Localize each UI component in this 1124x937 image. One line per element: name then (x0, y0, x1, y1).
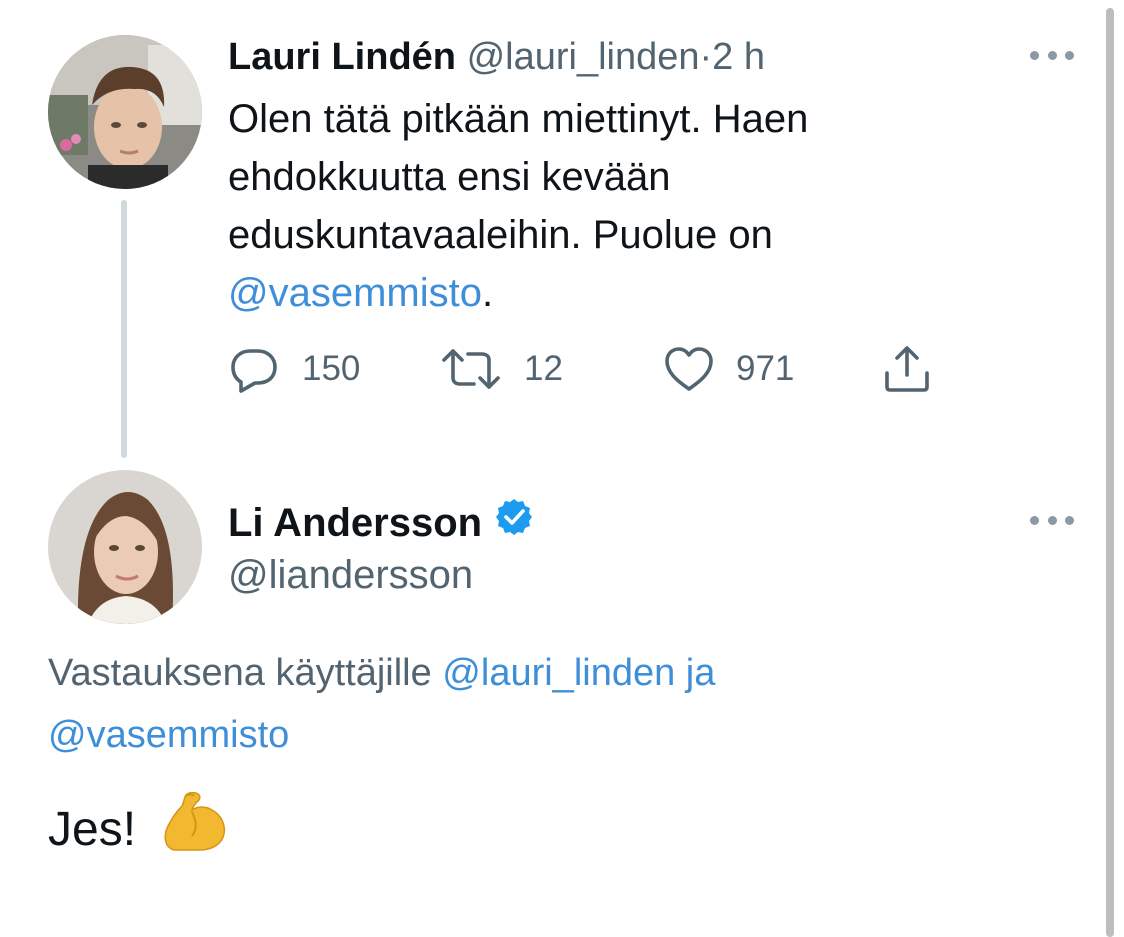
tweet-text-end: . (481, 271, 494, 315)
avatar-lauri-linden[interactable] (48, 35, 202, 189)
thread-line (121, 200, 127, 458)
author-name[interactable]: Li Andersson (228, 499, 482, 547)
tweet1-text: Olen tätä pitkään miettinyt. Haen ehdokk… (228, 90, 1008, 322)
tweet1-header: Lauri Lindén @lauri_linden·2 h (228, 34, 765, 80)
reply-count: 150 (302, 349, 361, 388)
separator: · (699, 36, 713, 78)
replying-to-line: Vastauksena käyttäjille @lauri_linden ja… (48, 642, 1008, 766)
scrollbar[interactable] (1106, 8, 1114, 937)
author-handle[interactable]: @lauri_linden (467, 36, 700, 78)
share-icon (882, 345, 932, 393)
author-handle[interactable]: @liandersson (228, 551, 473, 599)
verified-badge-icon (494, 497, 534, 548)
tweet2-text: Jes! (48, 790, 228, 869)
more-options-icon[interactable] (1030, 49, 1074, 61)
like-button[interactable]: 971 (664, 344, 794, 394)
avatar-li-andersson[interactable] (48, 470, 202, 624)
share-button[interactable] (882, 344, 932, 394)
flexed-biceps-emoji-icon (162, 790, 228, 869)
tweet-text: Olen tätä pitkään miettinyt. Haen ehdokk… (228, 97, 809, 257)
reply-prefix: Vastauksena käyttäjille (48, 652, 443, 694)
tweet2-author: Li Andersson (228, 497, 534, 548)
retweet-button[interactable]: 12 (440, 344, 563, 394)
timestamp[interactable]: 2 h (712, 36, 765, 78)
like-count: 971 (736, 349, 795, 388)
tweet-text: Jes! (48, 802, 137, 856)
tweet1-actions: 150 12 971 (228, 344, 948, 394)
mention-link[interactable]: @vasemmisto (228, 271, 482, 315)
author-name[interactable]: Lauri Lindén (228, 36, 456, 78)
retweet-count: 12 (524, 349, 563, 388)
more-options-icon[interactable] (1030, 514, 1074, 526)
mention-link[interactable]: @vasemmisto (48, 714, 289, 756)
reply-button[interactable]: 150 (228, 344, 360, 394)
heart-icon (664, 346, 714, 392)
reply-icon (228, 345, 280, 393)
retweet-icon (440, 346, 502, 392)
mention-link[interactable]: @lauri_linden ja (442, 652, 715, 694)
